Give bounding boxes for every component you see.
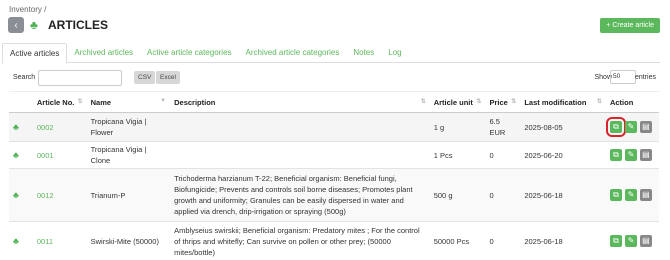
back-button[interactable]: ‹ bbox=[8, 17, 24, 33]
table-toolbar: Search CSV Excel Show 50 entries bbox=[13, 70, 656, 86]
row-actions: ⧉ ✎ ▤ bbox=[606, 113, 659, 142]
article-price: 0 bbox=[485, 169, 520, 222]
sort-icon: ⇅ bbox=[511, 98, 516, 105]
sort-icon: ⇅ bbox=[476, 98, 481, 105]
search-input[interactable] bbox=[38, 70, 122, 86]
article-name: Trianum-P bbox=[87, 169, 171, 222]
archive-icon: ▤ bbox=[642, 190, 650, 199]
sort-desc-icon: ▼ bbox=[160, 98, 166, 104]
article-price: 6.5 EUR bbox=[485, 113, 520, 142]
tab-log[interactable]: Log bbox=[381, 43, 408, 62]
edit-button[interactable]: ✎ bbox=[625, 149, 637, 161]
column-header-icon bbox=[9, 92, 33, 113]
article-unit: 1 Pcs bbox=[430, 142, 486, 169]
articles-table: Article No.⇅ Name▼ Description⇅ Article … bbox=[9, 91, 659, 260]
sort-icon: ⇅ bbox=[597, 98, 602, 105]
archive-button[interactable]: ▤ bbox=[640, 235, 652, 247]
article-unit: 50000 Pcs bbox=[430, 222, 486, 260]
table-row[interactable]: ♣ 0001 Tropicana Vigia | Clone 1 Pcs 0 2… bbox=[9, 142, 659, 169]
archive-button[interactable]: ▤ bbox=[640, 149, 652, 161]
details-button[interactable]: ⧉ bbox=[610, 235, 622, 247]
pencil-icon: ✎ bbox=[628, 236, 635, 245]
archive-button[interactable]: ▤ bbox=[640, 121, 652, 133]
external-link-icon: ⧉ bbox=[613, 236, 619, 245]
page-header: ‹ ♣ ARTICLES + Create article bbox=[8, 17, 660, 35]
article-unit: 500 g bbox=[430, 169, 486, 222]
create-article-button[interactable]: + Create article bbox=[600, 18, 660, 33]
article-description bbox=[170, 113, 430, 142]
article-modified: 2025-06-20 bbox=[520, 142, 606, 169]
edit-button[interactable]: ✎ bbox=[625, 235, 637, 247]
table-row[interactable]: ♣ 0012 Trianum-P Trichoderma harzianum T… bbox=[9, 169, 659, 222]
edit-button[interactable]: ✎ bbox=[625, 121, 637, 133]
table-header-row: Article No.⇅ Name▼ Description⇅ Article … bbox=[9, 92, 659, 113]
table-row[interactable]: ♣ 0002 Tropicana Vigia | Flower 1 g 6.5 … bbox=[9, 113, 659, 142]
plant-icon: ♣ bbox=[13, 122, 19, 132]
entries-label: entries bbox=[635, 74, 656, 81]
pencil-icon: ✎ bbox=[628, 122, 635, 131]
table-row[interactable]: ♣ 0011 Swirski-Mite (50000) Amblyseius s… bbox=[9, 222, 659, 260]
tab-active-articles[interactable]: Active articles bbox=[2, 43, 67, 64]
article-description: Amblyseius swirskii; Beneficial organism… bbox=[170, 222, 430, 260]
column-header-article-no[interactable]: Article No.⇅ bbox=[33, 92, 87, 113]
edit-button[interactable]: ✎ bbox=[625, 189, 637, 201]
tab-archived-article-categories[interactable]: Archived article categories bbox=[239, 43, 347, 62]
column-header-action: Action bbox=[606, 92, 659, 113]
article-no-link[interactable]: 0001 bbox=[33, 142, 87, 169]
details-button[interactable]: ⧉ bbox=[610, 149, 622, 161]
archive-icon: ▤ bbox=[642, 236, 650, 245]
row-actions: ⧉ ✎ ▤ bbox=[606, 142, 659, 169]
csv-button[interactable]: CSV bbox=[134, 71, 155, 84]
plant-icon: ♣ bbox=[30, 19, 38, 31]
plant-icon: ♣ bbox=[13, 150, 19, 160]
article-no-link[interactable]: 0011 bbox=[33, 222, 87, 260]
tab-notes[interactable]: Notes bbox=[346, 43, 381, 62]
article-name: Tropicana Vigia | Clone bbox=[87, 142, 171, 169]
external-link-icon: ⧉ bbox=[613, 150, 619, 159]
archive-icon: ▤ bbox=[642, 150, 650, 159]
article-modified: 2025-08-05 bbox=[520, 113, 606, 142]
article-no-link[interactable]: 0012 bbox=[33, 169, 87, 222]
row-actions: ⧉ ✎ ▤ bbox=[606, 222, 659, 260]
article-no-link[interactable]: 0002 bbox=[33, 113, 87, 142]
details-button[interactable]: ⧉ bbox=[610, 121, 622, 133]
excel-button[interactable]: Excel bbox=[156, 71, 180, 84]
sort-icon: ⇅ bbox=[78, 98, 83, 105]
chevron-left-icon: ‹ bbox=[14, 20, 17, 31]
row-actions: ⧉ ✎ ▤ bbox=[606, 169, 659, 222]
tab-active-article-categories[interactable]: Active article categories bbox=[140, 43, 238, 62]
article-name: Tropicana Vigia | Flower bbox=[87, 113, 171, 142]
column-header-name[interactable]: Name▼ bbox=[87, 92, 171, 113]
column-header-description[interactable]: Description⇅ bbox=[170, 92, 430, 113]
article-modified: 2025-06-18 bbox=[520, 222, 606, 260]
article-price: 0 bbox=[485, 222, 520, 260]
archive-button[interactable]: ▤ bbox=[640, 189, 652, 201]
article-description: Trichoderma harzianum T-22; Beneficial o… bbox=[170, 169, 430, 222]
pencil-icon: ✎ bbox=[628, 150, 635, 159]
page-title: ARTICLES bbox=[48, 18, 108, 32]
article-description bbox=[170, 142, 430, 169]
search-label: Search bbox=[13, 74, 35, 81]
plant-icon: ♣ bbox=[13, 190, 19, 200]
pencil-icon: ✎ bbox=[628, 190, 635, 199]
archive-icon: ▤ bbox=[642, 122, 650, 131]
plant-icon: ♣ bbox=[13, 236, 19, 246]
article-price: 0 bbox=[485, 142, 520, 169]
external-link-icon: ⧉ bbox=[613, 122, 619, 131]
article-modified: 2025-06-18 bbox=[520, 169, 606, 222]
tab-bar: Active articles Archived articles Active… bbox=[2, 43, 660, 63]
article-unit: 1 g bbox=[430, 113, 486, 142]
details-button[interactable]: ⧉ bbox=[610, 189, 622, 201]
breadcrumb[interactable]: Inventory / bbox=[9, 5, 46, 14]
tab-archived-articles[interactable]: Archived articles bbox=[67, 43, 140, 62]
external-link-icon: ⧉ bbox=[613, 190, 619, 199]
column-header-price[interactable]: Price⇅ bbox=[485, 92, 520, 113]
entries-select[interactable]: 50 bbox=[610, 70, 636, 84]
article-name: Swirski-Mite (50000) bbox=[87, 222, 171, 260]
sort-icon: ⇅ bbox=[421, 98, 426, 105]
column-header-article-unit[interactable]: Article unit⇅ bbox=[430, 92, 486, 113]
column-header-last-modification[interactable]: Last modification⇅ bbox=[520, 92, 606, 113]
